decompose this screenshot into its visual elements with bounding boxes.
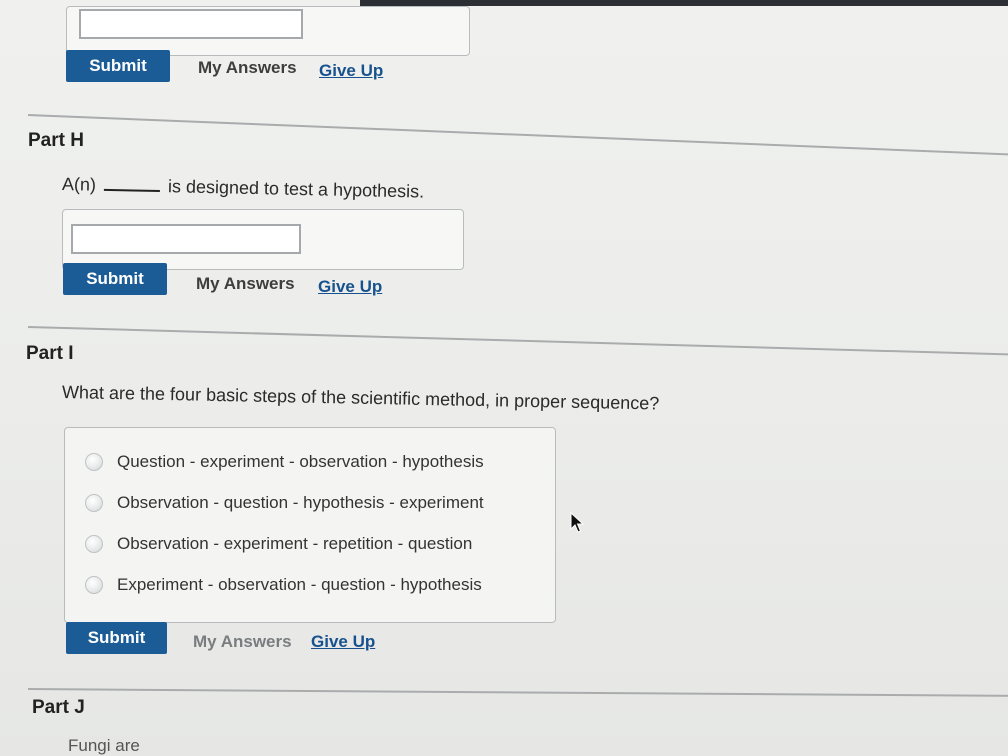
fill-in-blank (103, 188, 160, 193)
part-i-option-3[interactable]: Observation - experiment - repetition - … (85, 532, 472, 556)
part-g-give-up-link[interactable]: Give Up (319, 55, 383, 87)
part-i-option-1[interactable]: Question - experiment - observation - hy… (85, 450, 484, 474)
section-divider (27, 114, 1008, 157)
part-i-option-4[interactable]: Experiment - observation - question - hy… (85, 573, 482, 597)
part-j-prompt: Fungi are (68, 736, 140, 755)
part-i-submit-button[interactable]: Submit (66, 622, 167, 654)
mouse-pointer-icon (570, 512, 584, 533)
part-g-answer-input[interactable] (79, 9, 303, 39)
part-h-submit-button[interactable]: Submit (63, 263, 167, 295)
part-j-title: Part J (32, 697, 85, 718)
part-h-my-answers-link[interactable]: My Answers (196, 268, 295, 300)
part-g-answer-box (66, 6, 470, 56)
radio-unselected-icon[interactable] (85, 453, 103, 471)
part-g-submit-button[interactable]: Submit (66, 50, 170, 82)
section-divider (27, 688, 1008, 697)
radio-unselected-icon[interactable] (85, 576, 103, 594)
radio-unselected-icon[interactable] (85, 535, 103, 553)
part-h-prompt-after: is designed to test a hypothesis. (167, 176, 425, 202)
part-h-prompt-before: A(n) (61, 174, 97, 195)
part-i-my-answers-link[interactable]: My Answers (193, 626, 292, 658)
part-i-option-2[interactable]: Observation - question - hypothesis - ex… (85, 491, 484, 515)
option-label: Question - experiment - observation - hy… (117, 452, 484, 471)
option-label: Experiment - observation - question - hy… (117, 575, 482, 594)
part-i-give-up-link[interactable]: Give Up (311, 626, 375, 658)
part-h-title: Part H (28, 130, 84, 151)
section-divider (27, 326, 1008, 356)
option-label: Observation - question - hypothesis - ex… (117, 493, 484, 512)
radio-unselected-icon[interactable] (85, 494, 103, 512)
part-i-title: Part I (26, 343, 74, 364)
part-h-answer-box (62, 209, 464, 270)
part-i-options-box: Question - experiment - observation - hy… (64, 427, 556, 623)
part-h-give-up-link[interactable]: Give Up (318, 271, 382, 303)
part-g-my-answers-link[interactable]: My Answers (198, 52, 297, 84)
part-h-answer-input[interactable] (71, 224, 301, 254)
option-label: Observation - experiment - repetition - … (117, 534, 473, 553)
part-i-question: What are the four basic steps of the sci… (61, 382, 660, 414)
part-h-prompt: A(n) is designed to test a hypothesis. (62, 174, 425, 203)
